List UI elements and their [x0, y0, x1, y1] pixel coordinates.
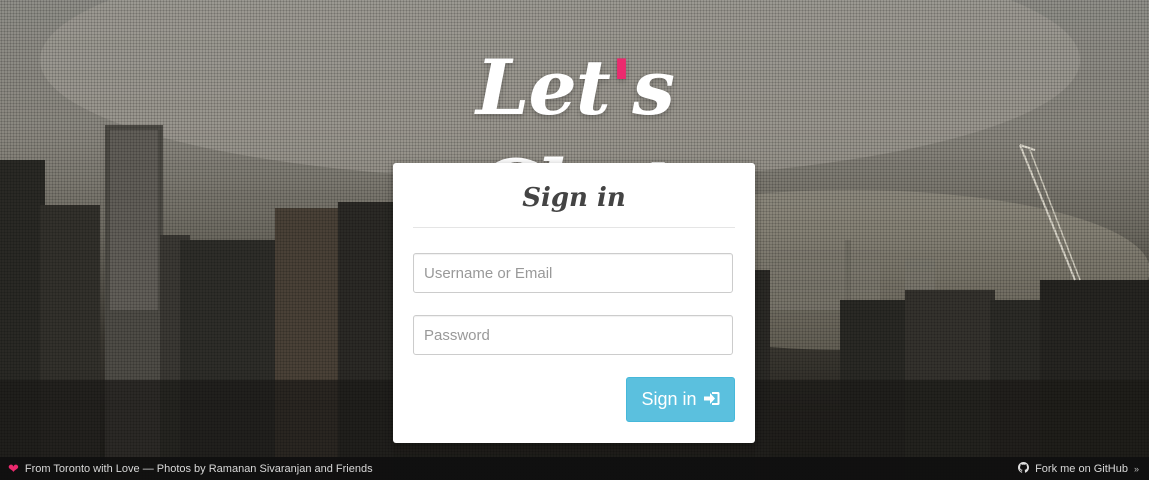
sign-in-icon — [703, 391, 720, 409]
logo-apostrophe: ' — [609, 43, 633, 132]
app-logo: Let's Chat — [380, 38, 770, 232]
github-icon — [1018, 461, 1030, 476]
sign-in-button-label: Sign in — [641, 389, 697, 409]
logo-text-part-1: Let — [476, 43, 611, 132]
footer-bar: ❤ From Toronto with Love — Photos by Ram… — [0, 457, 1149, 480]
sign-in-button[interactable]: Sign in — [626, 377, 735, 422]
password-input[interactable] — [413, 315, 733, 355]
heart-icon: ❤ — [8, 460, 19, 476]
github-chevron: » — [1133, 463, 1139, 474]
footer-credits: ❤ From Toronto with Love — Photos by Ram… — [0, 461, 373, 477]
github-link-text: Fork me on GitHub — [1035, 462, 1128, 475]
login-title: Sign in — [413, 181, 735, 228]
username-input[interactable] — [413, 253, 733, 293]
footer-credit-text: From Toronto with Love — Photos by Raman… — [24, 462, 373, 475]
login-card: Sign in Sign in — [393, 163, 755, 443]
github-link[interactable]: Fork me on GitHub » — [1018, 461, 1149, 476]
